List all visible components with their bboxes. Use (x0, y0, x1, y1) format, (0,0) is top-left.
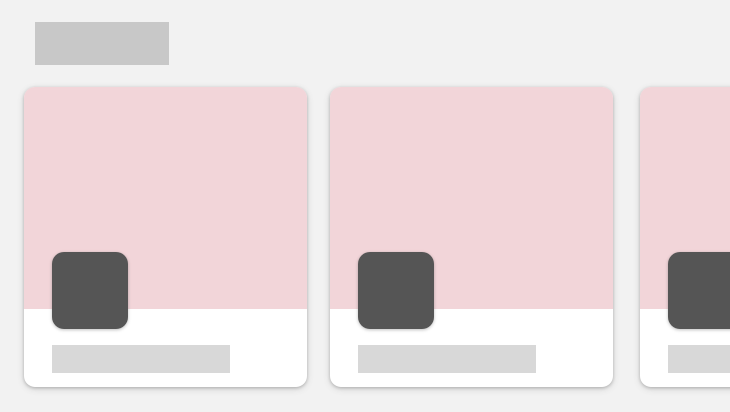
page (0, 0, 730, 412)
card[interactable] (640, 87, 730, 387)
card-carousel (0, 0, 730, 412)
card[interactable] (330, 87, 613, 387)
app-icon (668, 252, 730, 329)
app-icon (52, 252, 128, 329)
card[interactable] (24, 87, 307, 387)
app-icon (358, 252, 434, 329)
card-caption-placeholder (52, 345, 230, 373)
card-caption-placeholder (668, 345, 730, 373)
card-caption-placeholder (358, 345, 536, 373)
